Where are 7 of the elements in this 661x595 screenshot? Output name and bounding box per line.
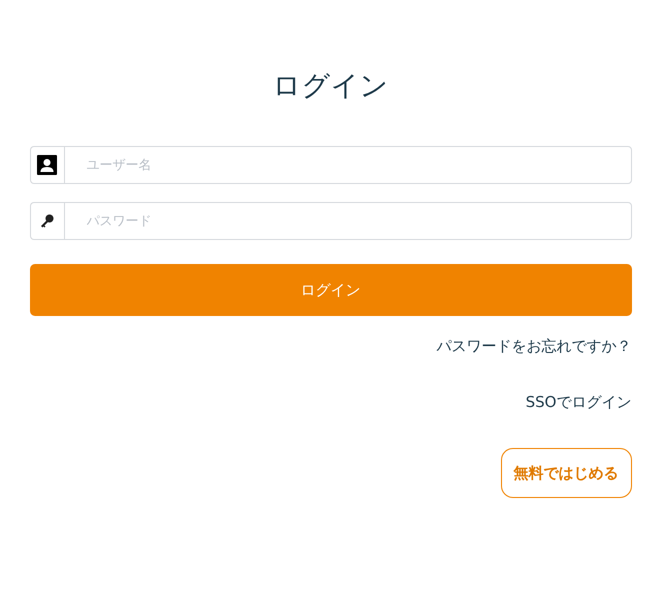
sso-login-link[interactable]: SSOでログイン	[526, 390, 632, 414]
forgot-password-link[interactable]: パスワードをお忘れですか？	[436, 334, 632, 358]
password-field[interactable]: パスワード	[64, 202, 632, 240]
key-icon	[30, 202, 64, 240]
page-title: ログイン	[272, 68, 390, 104]
username-field[interactable]: ユーザー名	[64, 146, 632, 184]
user-icon	[30, 146, 64, 184]
